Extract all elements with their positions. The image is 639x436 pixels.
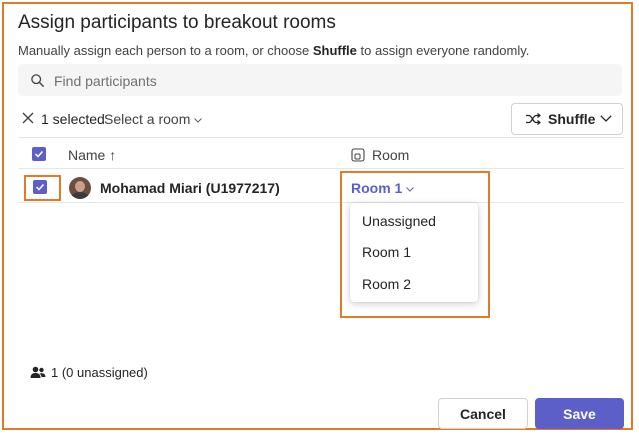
- toolbar-divider: [18, 137, 624, 138]
- dropdown-option-unassigned[interactable]: Unassigned: [350, 207, 478, 235]
- selected-count: 1 selected: [41, 111, 105, 127]
- row-checkbox[interactable]: [33, 180, 47, 194]
- subtitle-suffix: to assign everyone randomly.: [356, 43, 530, 58]
- dialog-frame: Assign participants to breakout rooms Ma…: [2, 2, 633, 430]
- room-dropdown-menu: Unassigned Room 1 Room 2: [350, 203, 478, 302]
- participant-count: 1 (0 unassigned): [51, 365, 148, 380]
- subtitle-shuffle-word: Shuffle: [312, 43, 357, 58]
- shuffle-label: Shuffle: [548, 111, 596, 127]
- checkmark-icon: [34, 150, 44, 158]
- save-button[interactable]: Save: [535, 398, 624, 429]
- shuffle-button[interactable]: Shuffle: [511, 103, 623, 135]
- dropdown-option-room-2[interactable]: Room 2: [350, 270, 478, 298]
- people-icon: [30, 366, 46, 378]
- select-all-checkbox[interactable]: [32, 147, 46, 161]
- avatar: [69, 177, 91, 199]
- search-input[interactable]: [52, 64, 596, 98]
- dropdown-option-room-1[interactable]: Room 1: [350, 238, 478, 266]
- subtitle-prefix: Manually assign each person to a room, o…: [18, 43, 313, 58]
- header-divider: [18, 168, 624, 169]
- room-icon: [351, 148, 365, 162]
- close-icon[interactable]: [22, 112, 34, 124]
- dialog-subtitle: Manually assign each person to a room, o…: [18, 43, 529, 58]
- column-header-room: Room: [372, 147, 410, 163]
- search-box[interactable]: [18, 64, 622, 98]
- participant-name: Mohamad Miari (U1977217): [100, 180, 280, 196]
- select-room-dropdown[interactable]: Select a room: [104, 111, 203, 127]
- column-header-name[interactable]: Name ↑: [68, 147, 116, 163]
- cancel-button[interactable]: Cancel: [438, 398, 528, 429]
- checkmark-icon: [35, 183, 45, 191]
- select-room-label: Select a room: [104, 111, 191, 127]
- shuffle-icon: [526, 113, 541, 125]
- dialog-title: Assign participants to breakout rooms: [18, 12, 336, 33]
- search-icon: [31, 74, 44, 87]
- chevron-down-icon: [194, 117, 203, 123]
- row-divider: [18, 202, 624, 203]
- chevron-down-icon: [600, 115, 612, 122]
